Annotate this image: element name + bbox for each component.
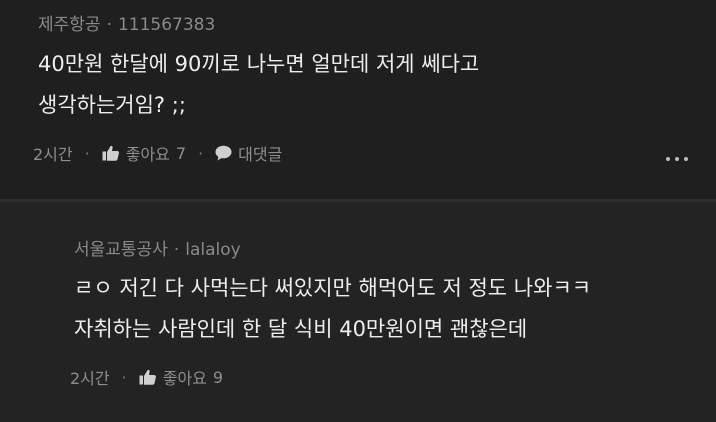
timestamp: 2시간: [33, 145, 73, 164]
separator-dot: ·: [198, 143, 204, 163]
thumbs-up-icon: [102, 145, 119, 161]
like-count: 9: [212, 367, 224, 387]
comment: 제주항공 · 111567383 40만원 한달에 90끼로 나누면 얼만데 저게 …: [0, 0, 716, 199]
separator-dot: ·: [106, 15, 112, 35]
separator-dot: ·: [173, 240, 180, 260]
separator-dot: ·: [121, 367, 127, 387]
more-dots-icon[interactable]: [666, 157, 688, 161]
separator-dot: ·: [84, 143, 90, 163]
comment-body: ㄹㅇ 저긴 다 사먹는다 써있지만 해먹어도 저 정도 나와ㅋㅋ 자취하는 사람…: [74, 268, 591, 350]
more-dot: [675, 157, 679, 161]
comment-line: 자취하는 사람인데 한 달 식비 40만원이면 괜찮은데: [74, 317, 528, 341]
reply-comment: 서울교통공사 · lalaloy ㄹㅇ 저긴 다 사먹는다 써있지만 해먹어도 저 …: [0, 202, 716, 422]
timestamp: 2시간: [70, 369, 110, 388]
comment-actions: 2시간 · 좋아요 9: [70, 365, 223, 389]
comment-line: 40만원 한달에 90끼로 나누면 얼만데 저게 쎄다고: [38, 52, 480, 76]
comment-actions: 2시간 · 좋아요 7 · 대댓글: [33, 141, 282, 165]
comment-line: ㄹㅇ 저긴 다 사먹는다 써있지만 해먹어도 저 정도 나와ㅋㅋ: [74, 276, 592, 300]
speech-bubble-icon: [215, 145, 232, 161]
comment-header: 제주항공 · 111567383: [38, 10, 215, 35]
author-name[interactable]: 제주항공: [38, 15, 101, 35]
thumbs-up-icon: [139, 369, 156, 385]
author-name[interactable]: 서울교통공사: [74, 240, 168, 260]
comment-body: 40만원 한달에 90끼로 나누면 얼만데 저게 쎄다고 생각하는거임? ;;: [38, 44, 479, 126]
more-dot: [666, 157, 670, 161]
more-dot: [684, 157, 688, 161]
like-button[interactable]: 좋아요 9: [139, 365, 223, 389]
like-button[interactable]: 좋아요 7: [102, 141, 186, 165]
user-id: lalaloy: [185, 240, 241, 260]
reply-button[interactable]: 대댓글: [215, 141, 282, 165]
comment-header: 서울교통공사 · lalaloy: [74, 235, 241, 260]
user-id: 111567383: [117, 15, 216, 35]
like-label: 좋아요: [125, 145, 170, 164]
reply-label: 대댓글: [238, 145, 283, 164]
comment-line: 생각하는거임? ;;: [38, 93, 186, 117]
like-count: 7: [175, 143, 187, 163]
like-label: 좋아요: [162, 369, 207, 388]
